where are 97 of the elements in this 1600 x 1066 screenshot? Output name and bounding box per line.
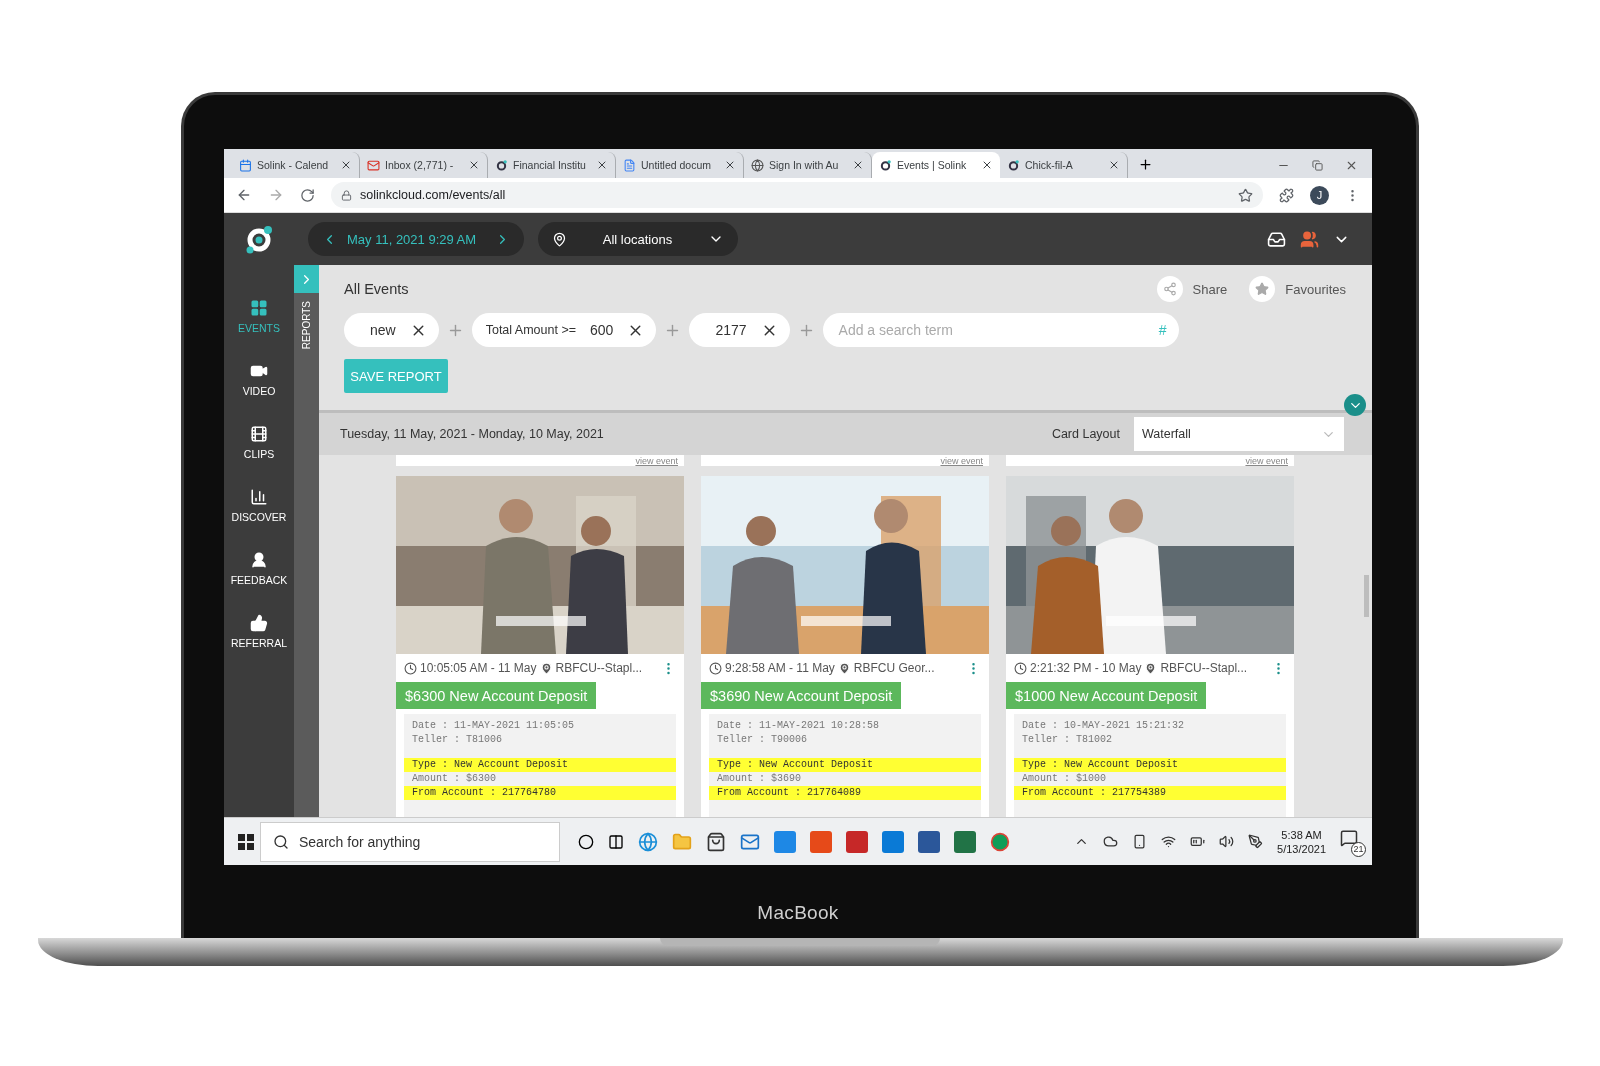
event-title: $6300 New Account Deposit (396, 682, 597, 709)
collapse-button[interactable] (1344, 394, 1366, 416)
close-icon[interactable] (981, 159, 993, 171)
ring-logo-icon (879, 158, 892, 172)
close-icon[interactable] (852, 159, 864, 171)
message-icon (1340, 828, 1358, 847)
windows-logo-icon[interactable] (238, 833, 254, 850)
event-time: 9:28:58 AM - 11 May (725, 661, 835, 675)
back-icon[interactable] (236, 187, 252, 203)
ring-logo-icon (495, 158, 508, 172)
event-location: RBFCU Geor... (853, 661, 936, 675)
detail-line: Date : 11-MAY-2021 11:05:05 (411, 719, 576, 733)
grid-icon (250, 299, 268, 317)
detail-line: Teller : T90006 (716, 733, 808, 747)
wifi-icon[interactable] (1161, 834, 1177, 849)
new-tab-icon[interactable] (1138, 157, 1153, 172)
restore-icon[interactable] (1312, 160, 1323, 171)
date-range: Tuesday, 11 May, 2021 - Monday, 10 May, 2021 (340, 427, 605, 441)
reload-icon[interactable] (300, 187, 315, 203)
detail-line: Teller : T81006 (411, 733, 503, 747)
lock-icon (341, 189, 352, 201)
filter-chip[interactable]: Total Amount >= 600 (471, 313, 657, 347)
close-icon[interactable] (1345, 159, 1358, 172)
page-title: All Events (344, 281, 410, 297)
detail-line: Amount : $6300 (411, 772, 497, 786)
sidebar-item[interactable]: EVENTS (238, 299, 280, 334)
favourites-button[interactable]: Favourites (1249, 276, 1346, 302)
sidebar-item[interactable]: CLIPS (243, 425, 275, 460)
mail-icon (367, 158, 380, 172)
bar-chart-icon (250, 488, 268, 506)
inbox-icon[interactable] (1267, 229, 1286, 249)
location-dropdown[interactable]: All locations (538, 222, 738, 256)
location-pin-icon (1144, 661, 1158, 675)
event-location: RBFCU--Stapl... (555, 661, 644, 675)
taskbar-clock[interactable]: 5:38 AM 5/13/2021 (1277, 828, 1326, 855)
location-pin-icon (837, 661, 851, 675)
clock-icon (1014, 661, 1027, 675)
pen-icon[interactable] (1248, 834, 1264, 849)
extensions-icon[interactable] (1279, 187, 1294, 203)
sidebar-item[interactable]: DISCOVER (231, 488, 287, 523)
detail-line: Amount : $1000 (1021, 772, 1107, 786)
close-icon[interactable] (596, 159, 608, 171)
card-layout-select[interactable]: Waterfall (1134, 417, 1344, 451)
sidebar-item[interactable]: FEEDBACK (230, 551, 288, 586)
film-icon (250, 425, 268, 443)
battery-icon[interactable] (1190, 834, 1206, 849)
clock-icon (404, 661, 417, 675)
event-time: 2:21:32 PM - 10 May (1030, 661, 1142, 675)
bookmark-star-icon[interactable] (1238, 187, 1253, 203)
clock-icon (709, 661, 722, 675)
event-time: 10:05:05 AM - 11 May (420, 661, 537, 675)
bag-icon[interactable] (706, 831, 726, 852)
reports-tab[interactable]: REPORTS (301, 301, 312, 350)
calendar-icon (239, 158, 252, 172)
location-pin-icon (539, 661, 553, 675)
square-tile-icon[interactable] (882, 830, 904, 853)
search-icon (273, 833, 289, 850)
scrollbar[interactable] (1364, 575, 1369, 617)
share-button[interactable]: Share (1156, 276, 1228, 302)
thumbs-up-icon (250, 614, 268, 632)
detail-line: Amount : $3690 (716, 772, 802, 786)
close-icon[interactable] (340, 159, 352, 171)
address-field[interactable]: solinkcloud.com/events/all (331, 182, 1263, 208)
detail-line: Date : 11-MAY-2021 10:28:58 (716, 719, 881, 733)
phone-icon[interactable] (1132, 834, 1148, 849)
volume-icon[interactable] (1219, 834, 1235, 849)
taskbar-search-field[interactable]: Search for anything (260, 821, 560, 862)
task-view-icon[interactable] (608, 833, 624, 850)
device-label: MacBook (757, 902, 839, 924)
close-icon[interactable] (468, 159, 480, 171)
sidebar-item[interactable]: REFERRAL (231, 614, 287, 649)
users-icon[interactable] (1300, 229, 1319, 249)
share-icon (1156, 276, 1183, 302)
view-event-link[interactable]: view event (940, 457, 983, 466)
filter-chip[interactable]: new (344, 313, 439, 347)
profile-avatar[interactable]: J (1310, 185, 1329, 205)
globe-icon (751, 158, 764, 172)
event-title: $3690 New Account Deposit (701, 682, 902, 709)
detail-line: Date : 10-MAY-2021 15:21:32 (1021, 719, 1186, 733)
event-location: RBFCU--Stapl... (1160, 661, 1249, 675)
circle-icon[interactable] (578, 833, 594, 850)
card-layout-label: Card Layout (1051, 427, 1120, 441)
filter-chip[interactable]: 2177 (689, 313, 790, 347)
view-event-link[interactable]: view event (1245, 457, 1288, 466)
launcher-tile-icon[interactable] (774, 830, 796, 853)
close-icon[interactable] (1108, 159, 1120, 171)
location-pin-icon (552, 231, 567, 247)
cloud-icon[interactable] (1103, 834, 1119, 849)
date-picker[interactable]: May 11, 2021 9:29 AM (308, 222, 524, 256)
ring-logo-icon (1007, 158, 1020, 172)
detail-line: Teller : T81002 (1021, 733, 1113, 747)
sidebar-item[interactable]: VIDEO (242, 362, 276, 397)
close-icon[interactable] (724, 159, 736, 171)
document-icon (623, 158, 636, 172)
view-event-link[interactable]: view event (635, 457, 678, 466)
event-title: $1000 New Account Deposit (1006, 682, 1207, 709)
browser-tab[interactable]: Events | Solink (872, 152, 1000, 178)
